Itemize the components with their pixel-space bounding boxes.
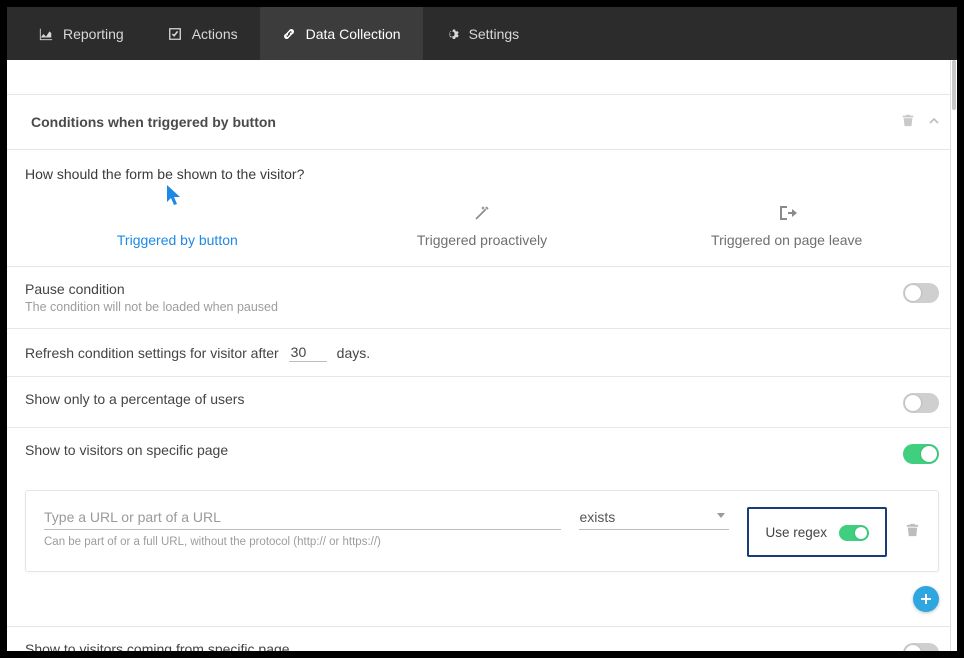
exit-icon bbox=[777, 204, 797, 222]
refresh-row: Refresh condition settings for visitor a… bbox=[7, 329, 957, 377]
trash-icon bbox=[901, 113, 915, 127]
top-gap bbox=[7, 60, 957, 94]
checkbox-icon bbox=[168, 27, 182, 41]
specific-page-row: Show to visitors on specific page bbox=[7, 428, 957, 478]
pause-help: The condition will not be loaded when pa… bbox=[25, 300, 903, 314]
collapse-panel-button[interactable] bbox=[929, 116, 939, 129]
specific-page-label: Show to visitors on specific page bbox=[25, 442, 903, 458]
pause-toggle[interactable] bbox=[903, 283, 939, 303]
trigger-section: How should the form be shown to the visi… bbox=[7, 150, 957, 267]
trigger-on-leave-label: Triggered on page leave bbox=[711, 232, 862, 248]
url-help: Can be part of or a full URL, without th… bbox=[44, 536, 561, 548]
trigger-options: Triggered by button Triggered proactivel… bbox=[25, 202, 939, 248]
pause-label: Pause condition bbox=[25, 281, 903, 297]
content-scroll[interactable]: Conditions when triggered by button How … bbox=[7, 60, 957, 651]
nav-reporting-label: Reporting bbox=[63, 26, 124, 42]
from-page-label: Show to visitors coming from specific pa… bbox=[25, 641, 903, 651]
cursor-icon bbox=[165, 184, 183, 211]
trigger-question: How should the form be shown to the visi… bbox=[25, 166, 939, 182]
url-operator-select[interactable]: exists bbox=[579, 507, 729, 530]
nav-reporting[interactable]: Reporting bbox=[17, 7, 146, 60]
percentage-toggle[interactable] bbox=[903, 393, 939, 413]
add-rule-button[interactable] bbox=[913, 586, 939, 612]
chevron-up-icon bbox=[929, 116, 939, 126]
delete-condition-button[interactable] bbox=[901, 113, 915, 132]
url-rule-card: Can be part of or a full URL, without th… bbox=[25, 490, 939, 572]
delete-rule-button[interactable] bbox=[905, 522, 920, 542]
percentage-row: Show only to a percentage of users bbox=[7, 377, 957, 428]
refresh-suffix: days. bbox=[337, 345, 370, 361]
trigger-proactively-label: Triggered proactively bbox=[417, 232, 547, 248]
refresh-days-input[interactable] bbox=[289, 343, 327, 362]
use-regex-label: Use regex bbox=[765, 525, 827, 540]
trigger-by-button-label: Triggered by button bbox=[117, 232, 238, 248]
refresh-prefix: Refresh condition settings for visitor a… bbox=[25, 345, 279, 361]
link-icon bbox=[282, 27, 296, 41]
wand-icon bbox=[473, 204, 491, 222]
nav-actions-label: Actions bbox=[192, 26, 238, 42]
panel-header[interactable]: Conditions when triggered by button bbox=[7, 94, 957, 150]
scrollbar[interactable] bbox=[950, 60, 957, 651]
gear-icon bbox=[445, 27, 459, 41]
nav-actions[interactable]: Actions bbox=[146, 7, 260, 60]
from-page-toggle[interactable] bbox=[903, 643, 939, 651]
percentage-label: Show only to a percentage of users bbox=[25, 391, 903, 407]
add-rule-row bbox=[7, 572, 957, 626]
plus-icon bbox=[920, 593, 932, 605]
top-nav: Reporting Actions Data Collection Settin… bbox=[7, 7, 957, 60]
from-page-row: Show to visitors coming from specific pa… bbox=[7, 626, 957, 651]
nav-data-collection-label: Data Collection bbox=[306, 26, 401, 42]
trash-icon bbox=[905, 522, 920, 537]
trigger-on-leave[interactable]: Triggered on page leave bbox=[634, 202, 939, 248]
trigger-proactively[interactable]: Triggered proactively bbox=[330, 202, 635, 248]
url-input[interactable] bbox=[44, 507, 561, 530]
use-regex-box: Use regex bbox=[747, 507, 887, 557]
panel-title: Conditions when triggered by button bbox=[31, 114, 901, 130]
specific-page-toggle[interactable] bbox=[903, 444, 939, 464]
app-frame: Reporting Actions Data Collection Settin… bbox=[7, 7, 957, 651]
chart-line-icon bbox=[39, 27, 53, 41]
pause-row: Pause condition The condition will not b… bbox=[7, 267, 957, 329]
rule-area: Can be part of or a full URL, without th… bbox=[7, 490, 957, 572]
nav-data-collection[interactable]: Data Collection bbox=[260, 7, 423, 60]
nav-settings-label: Settings bbox=[469, 26, 520, 42]
nav-settings[interactable]: Settings bbox=[423, 7, 542, 60]
use-regex-toggle[interactable] bbox=[839, 525, 869, 541]
